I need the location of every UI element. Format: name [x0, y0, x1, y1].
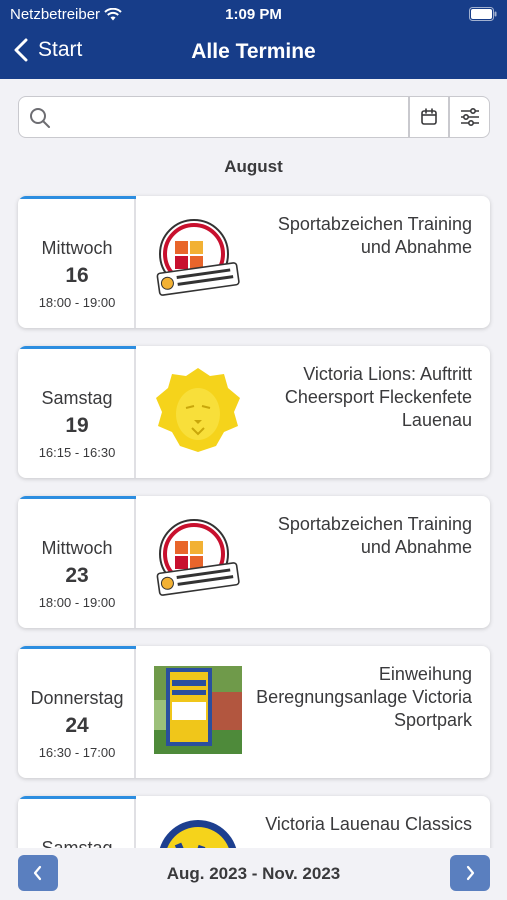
event-time: 16:15 - 16:30: [38, 445, 116, 460]
event-card[interactable]: Mittwoch 23 18:00 - 19:00 Sportabzeichen…: [18, 496, 490, 628]
month-header: August: [224, 157, 283, 176]
event-day: 16: [65, 264, 89, 287]
lion-logo: [156, 368, 240, 452]
event-title: Sportabzeichen Training und Abnahme: [277, 514, 472, 557]
sportpark-photo: [154, 666, 242, 754]
event-weekday: Mittwoch: [41, 238, 113, 258]
next-range-button[interactable]: [450, 855, 490, 891]
search-input[interactable]: [59, 103, 399, 131]
page-title: Alle Termine: [191, 40, 316, 63]
event-weekday: Mittwoch: [41, 538, 113, 558]
clock: 1:09 PM: [225, 6, 282, 23]
event-time: 18:00 - 19:00: [38, 595, 116, 610]
calendar-icon: [421, 108, 437, 125]
accent-bar: [18, 346, 136, 349]
event-day: 23: [65, 564, 89, 587]
accent-bar: [18, 796, 136, 799]
event-date: Samstag 19 16:15 - 16:30: [18, 346, 136, 478]
event-time: 18:00 - 19:00: [38, 295, 116, 310]
event-day: 24: [65, 714, 89, 737]
filter-button[interactable]: [449, 96, 490, 138]
event-card[interactable]: Samstag 19 16:15 - 16:30 Victoria Lions:…: [18, 346, 490, 478]
header: Netzbetreiber 1:09 PM Start Alle Termine: [0, 0, 507, 79]
accent-bar: [18, 496, 136, 499]
chevron-right-icon: [466, 865, 475, 881]
calendar-button[interactable]: [409, 96, 449, 138]
search-box[interactable]: [18, 96, 409, 138]
date-range-label: Aug. 2023 - Nov. 2023: [166, 864, 341, 883]
event-weekday: Donnerstag: [30, 688, 124, 708]
accent-bar: [18, 196, 136, 199]
sportabzeichen-logo: [156, 519, 240, 596]
event-day: 19: [65, 414, 89, 437]
event-title: Victoria Lauenau Classics: [265, 814, 472, 834]
battery-icon: [469, 7, 497, 21]
sportabzeichen-logo: [156, 219, 240, 296]
event-date: Mittwoch 23 18:00 - 19:00: [18, 496, 136, 628]
search-icon: [30, 108, 50, 128]
event-time: 16:30 - 17:00: [38, 745, 116, 760]
status-bar: Netzbetreiber 1:09 PM: [0, 0, 507, 28]
sliders-icon: [460, 108, 479, 126]
event-title: Sportabzeichen Training und Abnahme: [277, 214, 472, 257]
footer-bar: Aug. 2023 - Nov. 2023: [0, 848, 507, 900]
search-row: [18, 96, 490, 138]
event-card[interactable]: Mittwoch 16 18:00 - 19:00 Sportabzeichen…: [18, 196, 490, 328]
event-date: Donnerstag 24 16:30 - 17:00: [18, 646, 136, 778]
event-weekday: Samstag: [41, 388, 113, 408]
event-title: Victoria Lions: Auftritt Cheersport Flec…: [284, 364, 472, 430]
event-date: Mittwoch 16 18:00 - 19:00: [18, 196, 136, 328]
accent-bar: [18, 646, 136, 649]
event-card[interactable]: Donnerstag 24 16:30 - 17:00 Einweihung B…: [18, 646, 490, 778]
event-title: Einweihung Beregnungsanlage Victoria Spo…: [256, 664, 472, 730]
